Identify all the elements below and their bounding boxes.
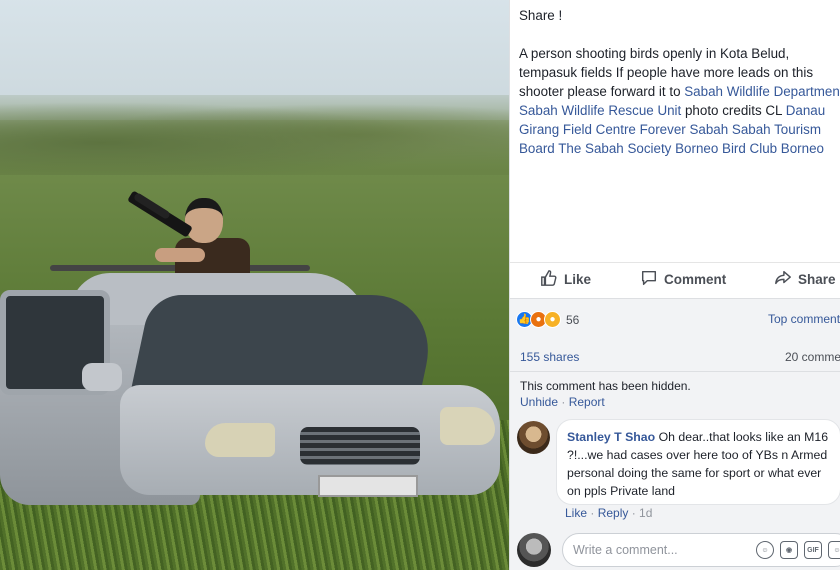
comment-meta: Like · Reply · 1d (565, 506, 652, 520)
camera-icon[interactable]: ◉ (780, 541, 798, 559)
emoji-icon[interactable]: ☺ (756, 541, 774, 559)
divider (510, 371, 840, 372)
report-link[interactable]: Report (569, 395, 605, 409)
facebook-post-panel: Share ! A person shooting birds openly i… (509, 0, 840, 570)
unhide-link[interactable]: Unhide (520, 395, 558, 409)
share-arrow-icon (774, 269, 792, 290)
post-actions-bar: Like Comment Share (510, 262, 840, 294)
comment-author[interactable]: Stanley T Shao (567, 430, 655, 444)
car-mirror (82, 363, 122, 391)
link-sabah-wildlife-department[interactable]: Sabah Wildlife Department (684, 84, 840, 99)
comment-bubble: Stanley T Shao Oh dear..that looks like … (556, 419, 840, 505)
reaction-count: 56 (566, 312, 580, 327)
comments-section: 👍 ● ● 56 Top comments 155 shares 20 comm… (510, 298, 840, 570)
sticker-icon[interactable]: ☺ (828, 541, 840, 559)
comment-timestamp[interactable]: 1d (639, 506, 652, 520)
comment-like-link[interactable]: Like (565, 506, 587, 520)
post-credits-text: photo credits CL (681, 103, 786, 118)
thumbs-up-icon (540, 269, 558, 290)
comment-reply-link[interactable]: Reply (598, 506, 629, 520)
photo-car (0, 265, 500, 525)
link-sabah-wildlife-rescue-unit[interactable]: Sabah Wildlife Rescue Unit (519, 103, 681, 118)
photo-trees (0, 95, 509, 175)
wow-reaction-icon: ● (544, 311, 561, 328)
link-borneo-bird-club[interactable]: Borneo Bird Club Borneo (675, 141, 824, 156)
like-label: Like (564, 272, 592, 287)
commenter-avatar[interactable] (517, 421, 550, 454)
current-user-avatar (517, 533, 551, 567)
post-photo[interactable] (0, 0, 509, 570)
person-arm (155, 248, 205, 262)
comment-button[interactable]: Comment (640, 269, 726, 290)
car-plate-blurred (318, 475, 418, 497)
shares-count[interactable]: 155 shares (520, 350, 579, 364)
like-button[interactable]: Like (540, 269, 591, 290)
car-grille (300, 427, 420, 465)
post-intro: Share ! (519, 8, 563, 23)
gif-icon[interactable]: GIF (804, 541, 822, 559)
car-headlight (440, 407, 495, 445)
share-button[interactable]: Share (774, 269, 836, 290)
meta-separator: · (558, 395, 569, 409)
person-head (185, 198, 223, 243)
top-comments-dropdown[interactable]: Top comments (768, 312, 840, 326)
reactions-summary[interactable]: 👍 ● ● 56 (516, 311, 579, 328)
photo-person (155, 198, 250, 273)
comment-bubble-icon (640, 269, 658, 290)
meta-separator: · (587, 506, 598, 520)
comments-count[interactable]: 20 comments (785, 350, 840, 364)
car-headlight (205, 423, 275, 457)
hidden-comment-note: This comment has been hidden. (520, 379, 691, 393)
share-label: Share (798, 272, 836, 287)
post-body: A person shooting birds openly in Kota B… (519, 44, 840, 158)
post-text: Share ! A person shooting birds openly i… (519, 6, 840, 177)
link-forever-sabah[interactable]: Forever Sabah (640, 122, 729, 137)
link-sabah-society[interactable]: The Sabah Society (558, 141, 671, 156)
meta-separator: · (628, 506, 640, 520)
comment-label: Comment (664, 272, 727, 287)
composer-icons: ☺ ◉ GIF ☺ (756, 541, 840, 559)
hidden-comment-actions: Unhide · Report (520, 395, 605, 409)
